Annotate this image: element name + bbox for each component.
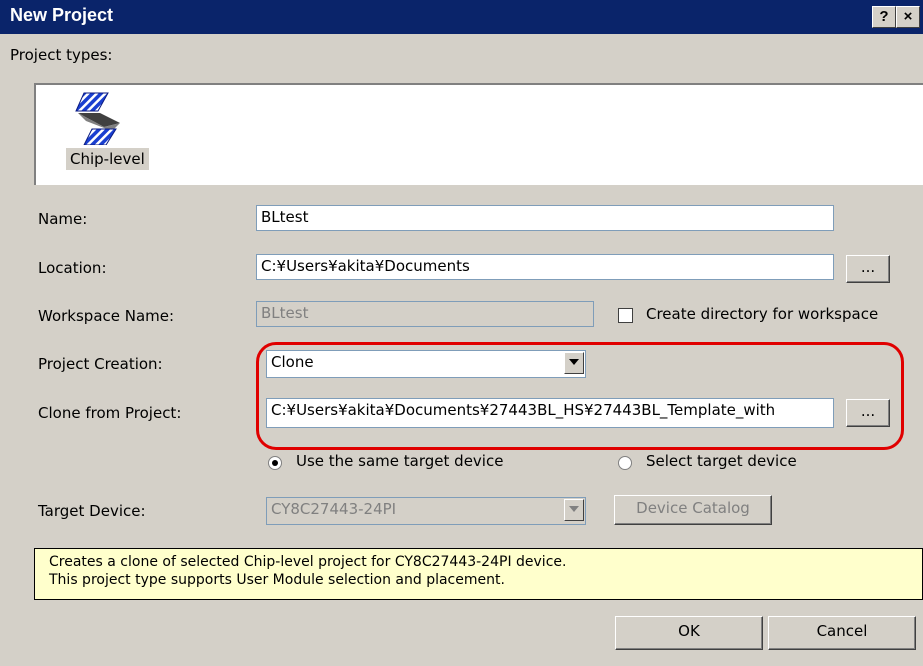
cancel-button[interactable]: Cancel [768,616,916,650]
select-target-label: Select target device [646,452,797,470]
device-catalog-button[interactable]: Device Catalog [614,495,772,525]
location-browse-button[interactable]: ... [846,255,890,283]
project-creation-label: Project Creation: [38,355,163,373]
name-field[interactable]: BLtest [256,205,834,231]
location-field[interactable]: C:¥Users¥akita¥Documents [256,254,834,280]
clone-from-label: Clone from Project: [38,404,182,422]
project-types-label: Project types: [10,46,113,64]
help-button[interactable]: ? [872,6,896,28]
target-device-label: Target Device: [38,502,146,520]
window-title: New Project [10,5,114,25]
ok-button[interactable]: OK [615,616,763,650]
create-directory-checkbox[interactable] [618,308,633,323]
create-directory-label: Create directory for workspace [646,305,879,323]
name-label: Name: [38,210,88,228]
new-project-dialog: New Project ? × Project types: Chip-leve… [0,0,923,666]
radio-selected-dot [272,460,278,466]
description-panel: Creates a clone of selected Chip-level p… [34,548,923,600]
workspace-name-label: Workspace Name: [38,307,175,325]
same-target-radio[interactable] [268,456,282,470]
chevron-down-icon[interactable] [564,352,584,374]
select-target-radio[interactable] [618,456,632,470]
target-device-value: CY8C27443-24PI [271,500,397,518]
project-type-item-label[interactable]: Chip-level [66,148,149,170]
project-creation-value: Clone [271,353,314,371]
description-line-1: Creates a clone of selected Chip-level p… [49,554,567,570]
project-types-list[interactable]: Chip-level [34,83,923,185]
same-target-label: Use the same target device [296,452,504,470]
project-creation-select[interactable]: Clone [266,350,586,378]
close-button[interactable]: × [896,6,920,28]
chevron-down-icon[interactable] [564,499,584,521]
description-line-2: This project type supports User Module s… [49,572,505,588]
chip-level-icon[interactable] [74,89,134,146]
clone-from-browse-button[interactable]: ... [846,399,890,427]
target-device-select[interactable]: CY8C27443-24PI [266,497,586,525]
title-bar[interactable]: New Project ? × [0,0,923,34]
location-label: Location: [38,259,107,277]
workspace-name-field[interactable]: BLtest [256,301,594,327]
clone-from-field[interactable]: C:¥Users¥akita¥Documents¥27443BL_HS¥2744… [266,398,834,428]
